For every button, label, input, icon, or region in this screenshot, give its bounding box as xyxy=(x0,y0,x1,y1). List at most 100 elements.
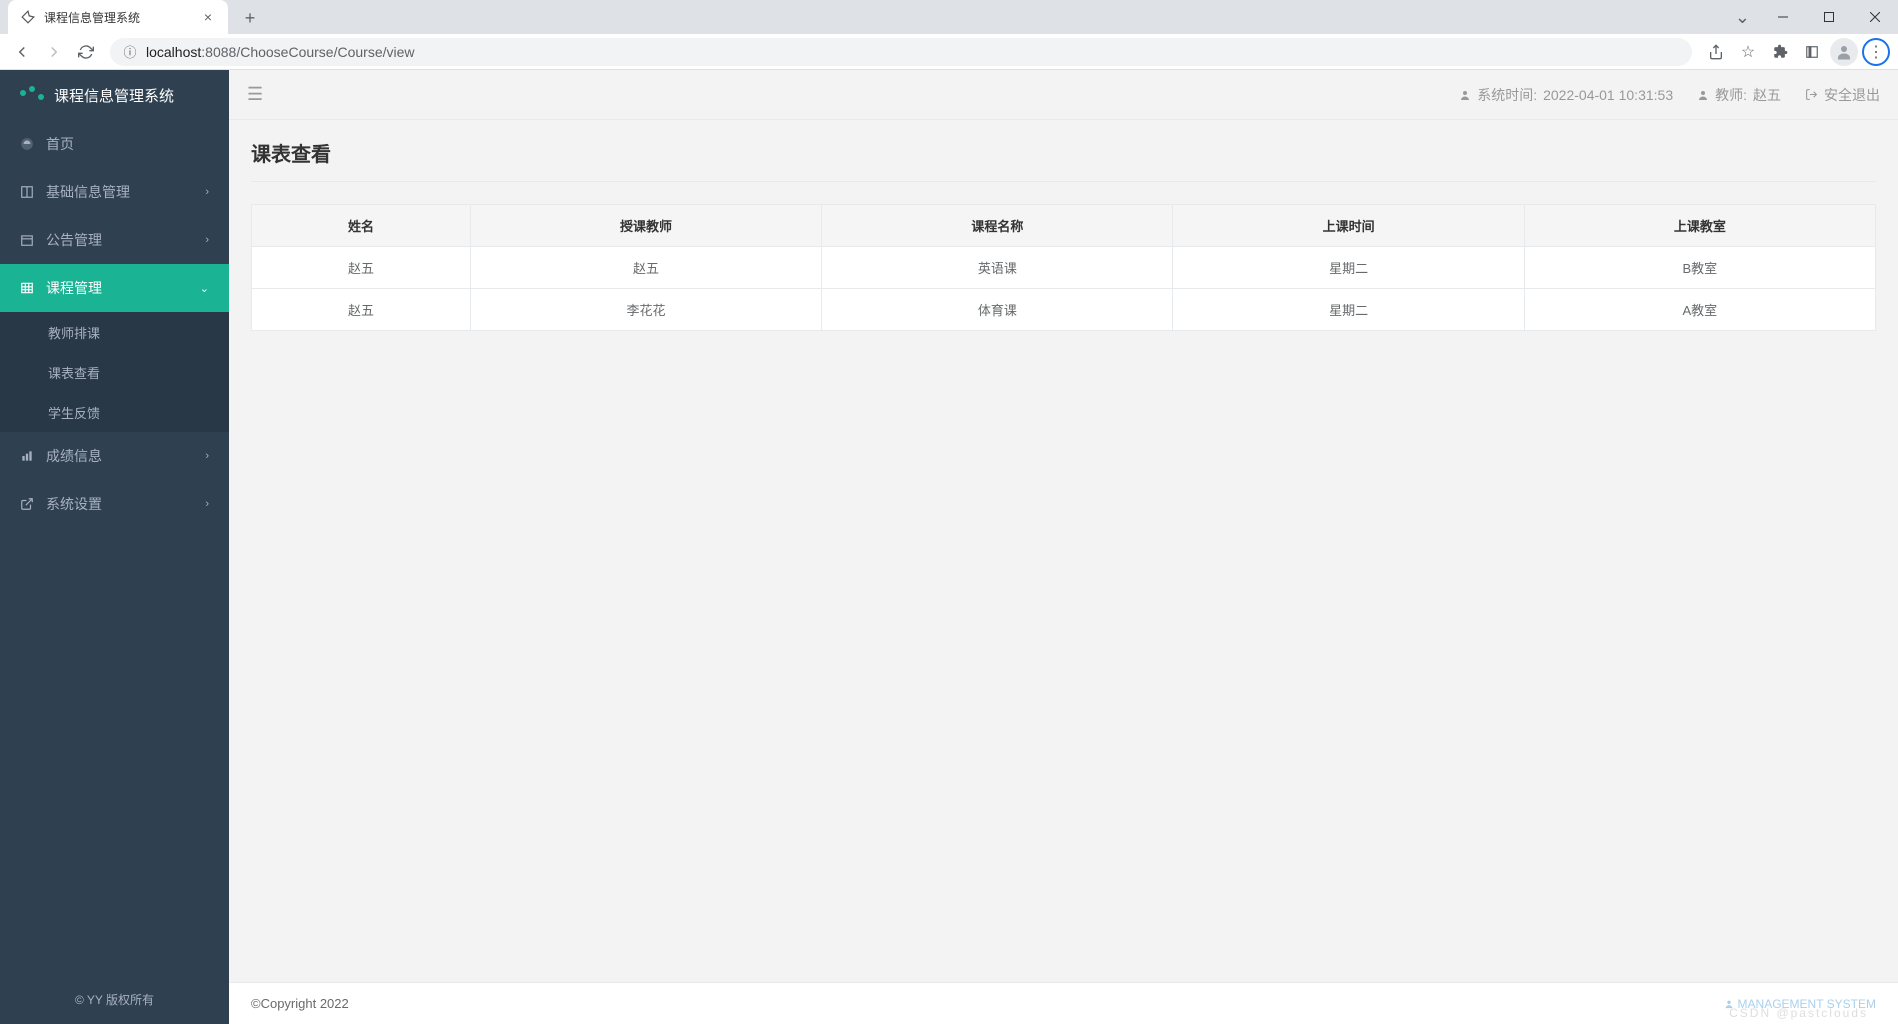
content: 课表查看 姓名 授课教师 课程名称 上课时间 上课教室 赵五 赵五 英语 xyxy=(229,120,1898,982)
th-teacher: 授课教师 xyxy=(470,205,821,247)
new-tab-button[interactable]: + xyxy=(236,4,264,32)
sidebar-item-home[interactable]: 首页 xyxy=(0,120,229,168)
sidebar-item-settings[interactable]: 系统设置 › xyxy=(0,480,229,528)
chevron-right-icon: › xyxy=(205,186,209,198)
td-time: 星期二 xyxy=(1173,289,1524,331)
brand[interactable]: 课程信息管理系统 xyxy=(0,70,229,120)
sidebar-item-label: 课程管理 xyxy=(46,278,102,298)
url-host: localhost xyxy=(146,44,201,60)
share-icon[interactable] xyxy=(1702,38,1730,66)
close-window-button[interactable] xyxy=(1852,2,1898,32)
tab-favicon xyxy=(20,9,36,25)
table-icon xyxy=(20,281,36,295)
role-label: 教师: xyxy=(1715,85,1747,105)
calendar-icon xyxy=(20,233,36,247)
back-button[interactable] xyxy=(8,38,36,66)
timetable: 姓名 授课教师 课程名称 上课时间 上课教室 赵五 赵五 英语课 星期二 B教室 xyxy=(251,204,1876,331)
chevron-down-icon[interactable]: ⌄ xyxy=(1735,7,1750,28)
table-header-row: 姓名 授课教师 课程名称 上课时间 上课教室 xyxy=(252,205,1876,247)
columns-icon xyxy=(20,185,36,199)
tab-close-icon[interactable]: × xyxy=(200,9,216,25)
chevron-right-icon: › xyxy=(205,450,209,462)
user-icon xyxy=(1459,89,1471,101)
footer-right-label: MANAGEMENT SYSTEM xyxy=(1738,997,1876,1011)
main: ☰ 系统时间:2022-04-01 10:31:53 教师: 赵五 安全退出 课表… xyxy=(229,70,1898,1024)
url-port: :8088 xyxy=(201,44,236,60)
sidebar: 课程信息管理系统 首页 基础信息管理 › 公告管理 › 课程管理 ⌄ 教师排课 … xyxy=(0,70,229,1024)
sidebar-item-label: 成绩信息 xyxy=(46,446,102,466)
system-time: 系统时间:2022-04-01 10:31:53 xyxy=(1459,85,1673,105)
topbar-right: 系统时间:2022-04-01 10:31:53 教师: 赵五 安全退出 xyxy=(1459,85,1880,105)
logout-button[interactable]: 安全退出 xyxy=(1805,85,1880,105)
url-text: localhost:8088/ChooseCourse/Course/view xyxy=(146,44,415,60)
forward-button[interactable] xyxy=(40,38,68,66)
chevron-down-icon: ⌄ xyxy=(200,282,209,295)
sidebar-item-label: 公告管理 xyxy=(46,230,102,250)
th-course: 课程名称 xyxy=(822,205,1173,247)
system-time-value: 2022-04-01 10:31:53 xyxy=(1543,87,1673,103)
external-link-icon xyxy=(20,497,36,511)
sidebar-item-base-info[interactable]: 基础信息管理 › xyxy=(0,168,229,216)
role-value: 赵五 xyxy=(1753,85,1781,105)
sidebar-item-label: 基础信息管理 xyxy=(46,182,130,202)
maximize-button[interactable] xyxy=(1806,2,1852,32)
td-course: 英语课 xyxy=(822,247,1173,289)
reload-button[interactable] xyxy=(72,38,100,66)
brand-logo-icon xyxy=(20,90,44,100)
table-row: 赵五 赵五 英语课 星期二 B教室 xyxy=(252,247,1876,289)
dashboard-icon xyxy=(20,137,36,151)
user-icon xyxy=(1724,999,1734,1009)
footer-copyright: ©Copyright 2022 xyxy=(251,996,349,1011)
logout-label: 安全退出 xyxy=(1824,85,1880,105)
sidebar-item-course[interactable]: 课程管理 ⌄ xyxy=(0,264,229,312)
user-icon xyxy=(1697,89,1709,101)
footer-right: MANAGEMENT SYSTEM xyxy=(1724,997,1876,1011)
sidebar-sub-label: 学生反馈 xyxy=(48,403,100,422)
td-teacher: 赵五 xyxy=(470,247,821,289)
sidebar-sub-student-feedback[interactable]: 学生反馈 xyxy=(0,392,229,432)
url-bar[interactable]: ⓘ localhost:8088/ChooseCourse/Course/vie… xyxy=(110,38,1692,66)
td-time: 星期二 xyxy=(1173,247,1524,289)
sidebar-sub-label: 课表查看 xyxy=(48,363,100,382)
address-bar-actions: ☆ ⋮ xyxy=(1702,38,1890,66)
th-room: 上课教室 xyxy=(1524,205,1875,247)
td-room: A教室 xyxy=(1524,289,1875,331)
td-teacher: 李花花 xyxy=(470,289,821,331)
site-info-icon[interactable]: ⓘ xyxy=(122,44,138,60)
app-root: 课程信息管理系统 首页 基础信息管理 › 公告管理 › 课程管理 ⌄ 教师排课 … xyxy=(0,70,1898,1024)
bar-chart-icon xyxy=(20,449,36,463)
chevron-right-icon: › xyxy=(205,498,209,510)
tab-bar: 课程信息管理系统 × + ⌄ xyxy=(0,0,1898,34)
table-row: 赵五 李花花 体育课 星期二 A教室 xyxy=(252,289,1876,331)
sidebar-footer: © YY 版权所有 xyxy=(0,975,229,1024)
sidebar-item-label: 首页 xyxy=(46,134,74,154)
extensions-icon[interactable] xyxy=(1766,38,1794,66)
main-footer: ©Copyright 2022 MANAGEMENT SYSTEM CSDN @… xyxy=(229,982,1898,1024)
browser-tab[interactable]: 课程信息管理系统 × xyxy=(8,0,228,34)
address-bar-row: ⓘ localhost:8088/ChooseCourse/Course/vie… xyxy=(0,34,1898,69)
chevron-right-icon: › xyxy=(205,234,209,246)
reading-list-icon[interactable] xyxy=(1798,38,1826,66)
sidebar-sub-label: 教师排课 xyxy=(48,323,100,342)
hamburger-icon[interactable]: ☰ xyxy=(247,84,263,105)
page-title: 课表查看 xyxy=(251,138,1876,182)
browser-chrome: 课程信息管理系统 × + ⌄ ⓘ localhost:8088/ChooseCo… xyxy=(0,0,1898,70)
td-room: B教室 xyxy=(1524,247,1875,289)
profile-avatar[interactable] xyxy=(1830,38,1858,66)
th-name: 姓名 xyxy=(252,205,471,247)
brand-title: 课程信息管理系统 xyxy=(54,85,174,106)
sidebar-item-grades[interactable]: 成绩信息 › xyxy=(0,432,229,480)
bookmark-icon[interactable]: ☆ xyxy=(1734,38,1762,66)
topbar: ☰ 系统时间:2022-04-01 10:31:53 教师: 赵五 安全退出 xyxy=(229,70,1898,120)
browser-menu-icon[interactable]: ⋮ xyxy=(1862,38,1890,66)
sidebar-sub-teacher-schedule[interactable]: 教师排课 xyxy=(0,312,229,352)
td-course: 体育课 xyxy=(822,289,1173,331)
sidebar-sub-timetable-view[interactable]: 课表查看 xyxy=(0,352,229,392)
url-path: /ChooseCourse/Course/view xyxy=(236,44,414,60)
sidebar-item-announcement[interactable]: 公告管理 › xyxy=(0,216,229,264)
tab-title: 课程信息管理系统 xyxy=(44,9,140,26)
td-name: 赵五 xyxy=(252,289,471,331)
current-user[interactable]: 教师: 赵五 xyxy=(1697,85,1781,105)
sidebar-item-label: 系统设置 xyxy=(46,494,102,514)
minimize-button[interactable] xyxy=(1760,2,1806,32)
